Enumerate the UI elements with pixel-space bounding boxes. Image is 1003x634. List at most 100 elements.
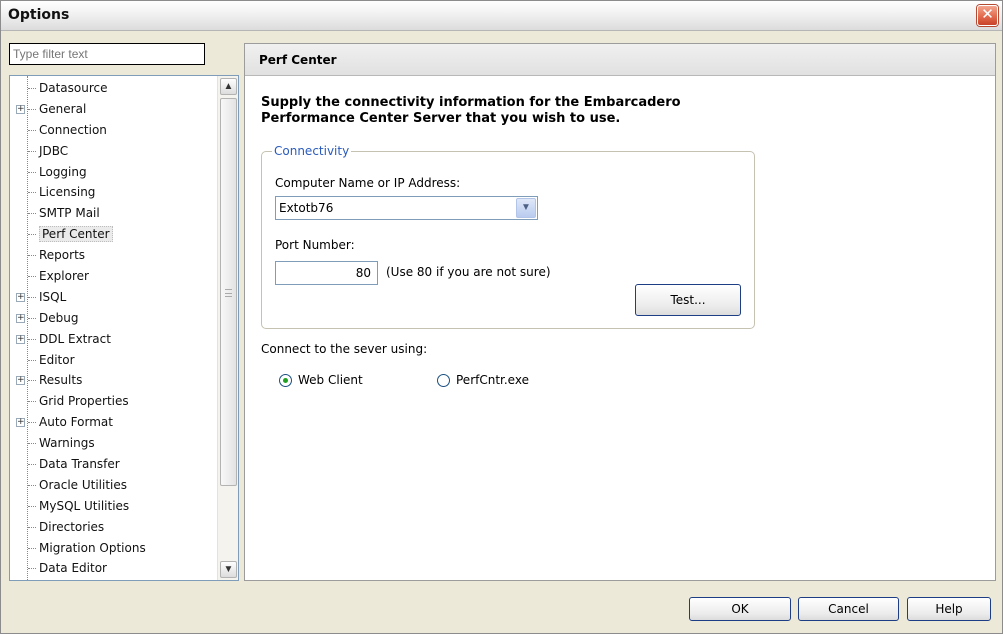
tree-item[interactable]: Explorer [10, 266, 218, 287]
tree-item-label: Warnings [39, 436, 95, 451]
help-button[interactable]: Help [907, 597, 991, 621]
intro-line-1: Supply the connectivity information for … [261, 95, 681, 110]
tree-item-label: Data Transfer [39, 457, 120, 472]
tree-branch-line [28, 443, 36, 445]
tree-item-label: Oracle Utilities [39, 477, 128, 492]
cancel-button[interactable]: Cancel [798, 597, 899, 621]
tree-item[interactable]: Warnings [10, 433, 218, 454]
chevron-up-icon: ▲ [223, 81, 234, 92]
tree-item-label: Reports [39, 248, 86, 263]
tree-branch-line [28, 255, 36, 257]
tree-branch-line [28, 505, 36, 507]
tree-item-label: Editor [39, 352, 75, 367]
computer-name-select[interactable]: Extotb76 ▼ [275, 196, 538, 220]
intro-line-2: Performance Center Server that you wish … [261, 111, 621, 126]
tree-item[interactable]: Migration Options [10, 538, 218, 559]
tree-branch-line [28, 484, 36, 486]
tree-branch-line [28, 380, 36, 382]
tree-item[interactable]: + DDL Extract [10, 329, 218, 350]
tree-item-label: Auto Format [39, 415, 113, 430]
tree-branch-line [28, 359, 36, 361]
tree-item-label: Explorer [39, 269, 89, 284]
title-bar[interactable]: Options ✕ [1, 1, 1002, 31]
tree-item[interactable]: Connection [10, 120, 218, 141]
tree-item[interactable]: Logging [10, 162, 218, 183]
expand-plus-icon[interactable]: + [16, 418, 25, 428]
port-hint: (Use 80 if you are not sure) [386, 265, 551, 279]
tree-branch-line [28, 192, 36, 194]
tree-item[interactable]: + Debug [10, 308, 218, 329]
tree-branch-line [28, 422, 36, 424]
chevron-down-icon: ▼ [521, 202, 531, 213]
tree-item-label: Results [39, 373, 83, 388]
close-button[interactable]: ✕ [977, 5, 998, 26]
tree-item-label: MySQL Utilities [39, 498, 130, 513]
test-button[interactable]: Test... [635, 284, 741, 316]
tree-item-label: Migration Options [39, 540, 146, 555]
tree-item[interactable]: + General [10, 99, 218, 120]
tree-item[interactable]: Editor [10, 350, 218, 371]
perfcntr-radio[interactable] [437, 374, 450, 387]
tree-item[interactable]: Grid Properties [10, 391, 218, 412]
web-client-label[interactable]: Web Client [298, 373, 363, 387]
tree-item[interactable]: Oracle Utilities [10, 475, 218, 496]
computer-name-label: Computer Name or IP Address: [275, 176, 461, 190]
options-dialog: Options ✕ Datasource + General Connection JD… [0, 0, 1003, 634]
tree-item[interactable]: SMTP Mail [10, 203, 218, 224]
tree-item-label: Perf Center [39, 226, 113, 243]
web-client-radio[interactable] [279, 374, 292, 387]
tree-item[interactable]: Directories [10, 517, 218, 538]
tree-item[interactable]: Datasource [10, 78, 218, 99]
tree-item-label: JDBC [39, 143, 69, 158]
connectivity-group: Connectivity Computer Name or IP Address… [261, 144, 755, 329]
tree-item-label: General [39, 101, 87, 116]
tree-item-label: Logging [39, 164, 87, 179]
tree-branch-line [28, 464, 36, 466]
expand-plus-icon[interactable]: + [16, 292, 25, 302]
tree-branch-line [28, 547, 36, 549]
tree-branch-line [28, 129, 36, 131]
expand-plus-icon[interactable]: + [16, 334, 25, 344]
tree-scrollbar[interactable]: ▲ ▼ [217, 76, 238, 580]
expand-plus-icon[interactable]: + [16, 313, 25, 323]
perfcntr-label[interactable]: PerfCntr.exe [456, 373, 529, 387]
tree-branch-line [28, 213, 36, 215]
tree-item[interactable]: Reports [10, 245, 218, 266]
scroll-up-button[interactable]: ▲ [220, 78, 237, 95]
filter-input[interactable] [9, 43, 205, 65]
group-label: Connectivity [272, 144, 352, 158]
tree-item[interactable]: + ISQL [10, 287, 218, 308]
scroll-thumb[interactable] [220, 98, 237, 486]
tree-item-label: Directories [39, 519, 105, 534]
tree-item-label: Grid Properties [39, 394, 129, 409]
tree-branch-line [28, 276, 36, 278]
tree-item-label: Debug [39, 310, 79, 325]
tree-item[interactable]: JDBC [10, 141, 218, 162]
tree-branch-line [28, 296, 36, 298]
dropdown-button[interactable]: ▼ [516, 198, 536, 218]
tree-item[interactable]: Licensing [10, 182, 218, 203]
port-number-input[interactable]: 80 [275, 261, 378, 285]
settings-panel: Perf Center Supply the connectivity info… [244, 43, 996, 581]
tree-item[interactable]: Data Transfer [10, 454, 218, 475]
scroll-down-button[interactable]: ▼ [220, 561, 237, 578]
panel-header: Perf Center [245, 44, 995, 76]
tree-item[interactable]: MySQL Utilities [10, 496, 218, 517]
tree-branch-line [28, 108, 36, 110]
dialog-footer: OK Cancel Help [1, 587, 1002, 633]
tree-item[interactable]: Data Editor [10, 558, 218, 579]
tree-item[interactable]: + Results [10, 370, 218, 391]
computer-name-value: Extotb76 [279, 201, 334, 215]
ok-button[interactable]: OK [689, 597, 791, 621]
tree-branch-line [28, 150, 36, 152]
tree-branch-line [28, 568, 36, 570]
tree-branch-line [28, 234, 36, 236]
expand-plus-icon[interactable]: + [16, 104, 25, 114]
tree-item[interactable]: Perf Center [10, 224, 218, 245]
tree-item[interactable]: + Auto Format [10, 412, 218, 433]
expand-plus-icon[interactable]: + [16, 376, 25, 386]
panel-title: Perf Center [259, 53, 337, 67]
tree-item-label: Connection [39, 122, 107, 137]
tree-item-label: ISQL [39, 289, 67, 304]
tree-branch-line [28, 338, 36, 340]
